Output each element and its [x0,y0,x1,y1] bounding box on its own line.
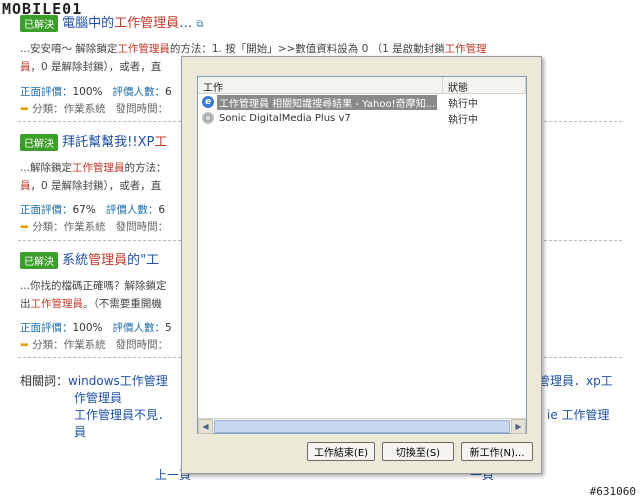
result-title-highlight[interactable]: 管理員 [88,253,127,268]
result-title-suffix[interactable]: … [179,16,192,31]
result-title-text[interactable]: 系統 [62,253,88,268]
snippet-text: 。（不需要重開機 [83,298,162,310]
snippet-highlight: 工作管理員 [72,162,125,174]
snippet-text: 的方法： [124,162,167,174]
snippet-text: 的方法：1. 按「開始」>>數值資料設為 0 （1 是啟動封鎖 [169,43,445,55]
solved-badge: 已解決 [20,252,58,269]
result-category-2: ➥ 分類：作業系統 發問時間： [20,219,168,234]
result-meta-3: 正面評價：100% 評價人數：5 [20,320,172,335]
scroll-right-icon[interactable]: ▶ [511,418,526,434]
horizontal-scrollbar[interactable]: ◀ ▶ [198,418,526,434]
category-text[interactable]: 分類：作業系統 [32,103,106,115]
time-label: 發問時間： [115,339,169,351]
related-link[interactable]: 員 [74,425,86,439]
rating-value: 67% [72,204,96,216]
result-title-suffix[interactable]: 的"工 [127,253,159,268]
time-label: 發問時間： [115,221,169,233]
related-link[interactable]: 工作管理員不見． [74,408,170,422]
result-title-1[interactable]: 已解決 電腦中的工作管理員… ⧉ [20,12,203,32]
result-category-3: ➥ 分類：作業系統 發問時間： [20,337,168,352]
task-row[interactable]: Sonic DigitalMedia Plus v7 執行中 [198,110,526,126]
solved-badge: 已解決 [20,15,58,32]
snippet-highlight: 員 [20,180,31,192]
end-task-button[interactable]: 工作結束(E) [307,442,375,461]
task-list[interactable]: 工作 狀態 e 工作管理員 相關知識搜尋結果 - Yahoo!奇摩知... 執行中… [197,76,527,434]
window-icon: ⧉ [196,19,204,30]
column-header-status[interactable]: 狀態 [443,77,526,94]
rating-label: 正面評價： [20,86,73,98]
task-name: 工作管理員 相關知識搜尋結果 - Yahoo!奇摩知... [217,94,438,110]
related-link[interactable]: 作管理員 [74,391,122,405]
result-title-highlight[interactable]: 工 [154,135,167,150]
related-link[interactable]: 管理員．xp工 [538,374,613,388]
rating-value: 100% [72,86,103,98]
switch-to-button[interactable]: 切換至(S) [382,442,454,461]
result-title-text[interactable]: 電腦中的 [62,16,114,31]
arrow-icon: ➥ [20,103,29,115]
voters-value: 6 [158,204,166,216]
voters-label: 評價人數： [105,204,159,216]
sonic-icon [202,112,214,124]
time-label: 發問時間： [115,103,169,115]
snippet-highlight: 工作管理員 [30,298,84,310]
related-terms-right-2: ie 工作管理 [547,407,610,424]
scrollbar-thumb[interactable] [214,419,510,433]
result-category-1: ➥ 分類：作業系統 發問時間： [20,101,168,116]
snippet-text: ，0 是解除封鎖），或者，直 [30,180,162,192]
dialog-buttons: 工作結束(E) 切換至(S) 新工作(N)... [307,442,533,461]
column-header-task[interactable]: 工作 [198,77,443,94]
related-link[interactable]: windows工作管理 [68,374,168,388]
watermark-id: #631060 [589,485,636,498]
scroll-left-icon[interactable]: ◀ [198,418,213,434]
result-title-text[interactable]: 拜託幫幫我!!XP [62,135,154,150]
voters-value: 6 [165,86,172,98]
result-meta-2: 正面評價：67% 評價人數：6 [20,202,165,217]
related-label: 相關詞： [20,374,69,388]
category-text[interactable]: 分類：作業系統 [32,339,106,351]
task-status: 執行中 [448,114,478,126]
snippet-text: ...安安唷～ 解除鎖定 [20,43,118,55]
arrow-icon: ➥ [20,221,29,233]
snippet-text: ...解除鎖定 [20,162,73,174]
related-terms-right: 管理員．xp工 [538,373,613,390]
result-title-highlight[interactable]: 工作管理員 [114,16,179,31]
new-task-button[interactable]: 新工作(N)... [461,442,533,461]
result-title-3[interactable]: 已解決 系統管理員的"工 [20,249,159,269]
task-manager-dialog: 工作 狀態 e 工作管理員 相關知識搜尋結果 - Yahoo!奇摩知... 執行中… [181,56,542,474]
snippet-text: ，0 是解除封鎖），或者，直 [30,61,162,73]
solved-badge: 已解決 [20,134,58,151]
snippet-text: 出 [20,298,31,310]
snippet-text: ...你找的檔碼正確嗎？解除鎖定 [20,280,167,292]
category-text[interactable]: 分類：作業系統 [32,221,106,233]
result-meta-1: 正面評價：100% 評價人數：6 [20,84,172,99]
rating-value: 100% [72,322,103,334]
related-terms: 相關詞：windows工作管理 作管理員 工作管理員不見． 員 [20,373,170,441]
task-list-header: 工作 狀態 [198,77,526,94]
task-row[interactable]: e 工作管理員 相關知識搜尋結果 - Yahoo!奇摩知... 執行中 [198,94,526,110]
snippet-highlight: 工作管理 [444,43,487,55]
task-name: Sonic DigitalMedia Plus v7 [219,112,351,124]
rating-label: 正面評價： [20,322,73,334]
task-status: 執行中 [448,98,478,110]
voters-value: 5 [165,322,172,334]
ie-icon: e [202,96,214,108]
voters-label: 評價人數： [112,322,166,334]
snippet-highlight: 員 [20,61,31,73]
related-link[interactable]: ie 工作管理 [547,408,610,422]
rating-label: 正面評價： [20,204,73,216]
arrow-icon: ➥ [20,339,29,351]
snippet-highlight: 工作管理員 [117,43,170,55]
result-snippet-3: ...你找的檔碼正確嗎？解除鎖定 出工作管理員。（不需要重開機 [20,277,167,313]
result-title-2[interactable]: 已解決 拜託幫幫我!!XP工 [20,131,167,151]
voters-label: 評價人數： [112,86,166,98]
result-snippet-2: ...解除鎖定工作管理員的方法： 員，0 是解除封鎖），或者，直 [20,159,167,195]
